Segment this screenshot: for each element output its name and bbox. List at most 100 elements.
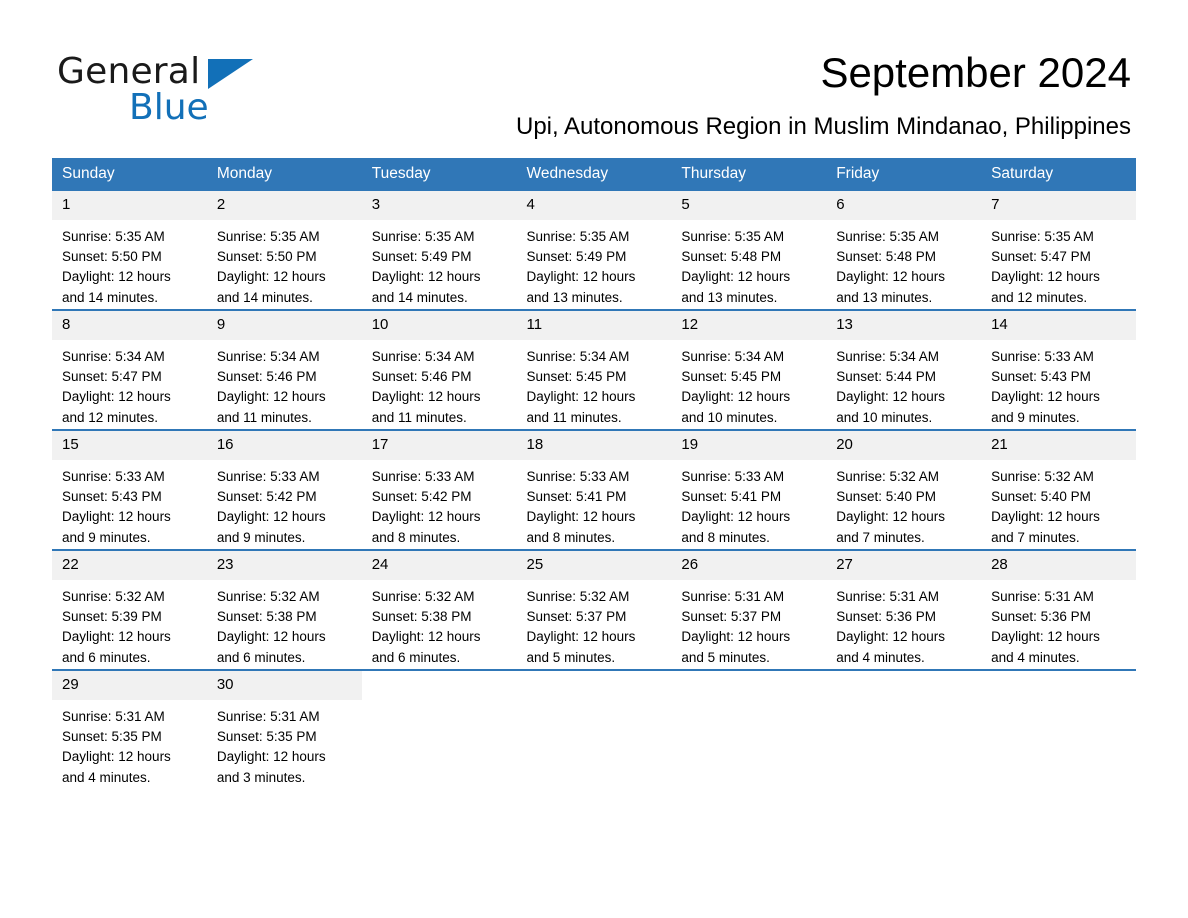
sunrise-text: Sunrise: 5:34 AM [526,349,630,364]
sunrise-text: Sunrise: 5:35 AM [62,229,165,244]
day-cell[interactable]: 11 Sunrise: 5:34 AM Sunset: 5:45 PM Dayl… [516,311,672,429]
day-cell[interactable]: 19 Sunrise: 5:33 AM Sunset: 5:41 PM Dayl… [671,431,827,549]
day-cell[interactable]: 23 Sunrise: 5:32 AM Sunset: 5:38 PM Dayl… [206,551,362,669]
day-cell[interactable]: 6 Sunrise: 5:35 AM Sunset: 5:48 PM Dayli… [826,191,982,309]
day-cell[interactable]: 12 Sunrise: 5:34 AM Sunset: 5:45 PM Dayl… [671,311,827,429]
day-number: 19 [671,431,827,460]
daylight-line1: Daylight: 12 hours [991,389,1100,405]
daylight-line2: and 12 minutes. [991,289,1088,305]
day-number: 25 [516,551,672,580]
daylight-line2: and 8 minutes. [371,529,461,545]
day-details: Sunrise: 5:33 AM Sunset: 5:41 PM Dayligh… [671,460,826,548]
day-cell[interactable]: 27 Sunrise: 5:31 AM Sunset: 5:36 PM Dayl… [826,551,982,669]
day-cell[interactable]: 15 Sunrise: 5:33 AM Sunset: 5:43 PM Dayl… [52,431,207,549]
day-cell[interactable]: 30 Sunrise: 5:31 AM Sunset: 5:35 PM Dayl… [206,671,362,789]
day-cell[interactable]: 24 Sunrise: 5:32 AM Sunset: 5:38 PM Dayl… [361,551,517,669]
day-number: 22 [52,551,207,580]
day-cell[interactable]: 1 Sunrise: 5:35 AM Sunset: 5:50 PM Dayli… [52,191,207,309]
day-cell[interactable]: 17 Sunrise: 5:33 AM Sunset: 5:42 PM Dayl… [361,431,517,549]
daylight-line1: Daylight: 12 hours [62,509,171,525]
day-number: 26 [671,551,827,580]
sunrise-text: Sunrise: 5:34 AM [681,349,785,364]
daylight-line2: and 3 minutes. [216,769,306,785]
day-cell[interactable]: 14 Sunrise: 5:33 AM Sunset: 5:43 PM Dayl… [981,311,1136,429]
sunset-text: Sunset: 5:45 PM [526,369,627,385]
day-details: Sunrise: 5:32 AM Sunset: 5:38 PM Dayligh… [207,580,362,668]
day-details: Sunrise: 5:34 AM Sunset: 5:46 PM Dayligh… [207,340,362,428]
sunrise-text: Sunrise: 5:34 AM [371,349,475,364]
sunrise-text: Sunrise: 5:33 AM [371,469,475,484]
day-details: Sunrise: 5:35 AM Sunset: 5:48 PM Dayligh… [826,220,981,308]
sunset-text: Sunset: 5:46 PM [371,369,472,385]
daylight-line2: and 10 minutes. [681,409,778,425]
day-cell[interactable]: 2 Sunrise: 5:35 AM Sunset: 5:50 PM Dayli… [206,191,362,309]
day-cell[interactable]: 5 Sunrise: 5:35 AM Sunset: 5:48 PM Dayli… [671,191,827,309]
day-details: Sunrise: 5:31 AM Sunset: 5:36 PM Dayligh… [826,580,981,668]
weekday-header-saturday: Saturday [981,158,1136,191]
logo-text-blue: Blue [129,87,209,128]
daylight-line2: and 6 minutes. [371,649,461,665]
day-details: Sunrise: 5:35 AM Sunset: 5:48 PM Dayligh… [671,220,826,308]
sunrise-text: Sunrise: 5:33 AM [681,469,785,484]
weekday-header-thursday: Thursday [671,158,827,191]
sunset-text: Sunset: 5:49 PM [526,249,627,265]
day-number: 6 [826,191,982,220]
day-number: 17 [361,431,517,460]
weekday-header-monday: Monday [206,158,362,191]
general-blue-logo: General Blue [57,52,377,130]
day-cell[interactable]: 25 Sunrise: 5:32 AM Sunset: 5:37 PM Dayl… [516,551,672,669]
sunset-text: Sunset: 5:37 PM [526,609,627,625]
day-details: Sunrise: 5:34 AM Sunset: 5:45 PM Dayligh… [671,340,826,428]
daylight-line2: and 7 minutes. [836,529,925,545]
sunset-text: Sunset: 5:47 PM [991,249,1091,265]
day-details: Sunrise: 5:35 AM Sunset: 5:50 PM Dayligh… [207,220,362,308]
daylight-line1: Daylight: 12 hours [62,749,171,765]
day-number: 27 [826,551,982,580]
daylight-line2: and 13 minutes. [836,289,933,305]
sunset-text: Sunset: 5:43 PM [991,369,1091,385]
sunrise-text: Sunrise: 5:34 AM [62,349,165,364]
daylight-line2: and 14 minutes. [371,289,468,305]
day-cell[interactable]: 28 Sunrise: 5:31 AM Sunset: 5:36 PM Dayl… [981,551,1136,669]
day-cell[interactable]: 21 Sunrise: 5:32 AM Sunset: 5:40 PM Dayl… [981,431,1136,549]
daylight-line1: Daylight: 12 hours [526,389,636,405]
day-cell[interactable]: 18 Sunrise: 5:33 AM Sunset: 5:41 PM Dayl… [516,431,672,549]
day-cell[interactable]: 7 Sunrise: 5:35 AM Sunset: 5:47 PM Dayli… [981,191,1136,309]
day-cell[interactable]: 13 Sunrise: 5:34 AM Sunset: 5:44 PM Dayl… [826,311,982,429]
calendar-week-row: 22 Sunrise: 5:32 AM Sunset: 5:39 PM Dayl… [52,549,1136,670]
day-details: Sunrise: 5:34 AM Sunset: 5:44 PM Dayligh… [826,340,981,428]
daylight-line2: and 11 minutes. [526,409,622,425]
daylight-line2: and 4 minutes. [991,649,1080,665]
daylight-line1: Daylight: 12 hours [681,389,791,405]
day-cell[interactable]: 16 Sunrise: 5:33 AM Sunset: 5:42 PM Dayl… [206,431,362,549]
day-cell[interactable]: 29 Sunrise: 5:31 AM Sunset: 5:35 PM Dayl… [52,671,207,789]
day-cell[interactable]: 26 Sunrise: 5:31 AM Sunset: 5:37 PM Dayl… [671,551,827,669]
sunset-text: Sunset: 5:49 PM [371,249,472,265]
day-details: Sunrise: 5:32 AM Sunset: 5:40 PM Dayligh… [981,460,1136,548]
sunset-text: Sunset: 5:43 PM [62,489,162,505]
daylight-line1: Daylight: 12 hours [526,629,636,645]
day-number: 4 [516,191,672,220]
day-cell[interactable]: 4 Sunrise: 5:35 AM Sunset: 5:49 PM Dayli… [516,191,672,309]
day-number: 15 [52,431,207,460]
daylight-line1: Daylight: 12 hours [836,389,946,405]
daylight-line2: and 6 minutes. [216,649,306,665]
day-number: 18 [516,431,672,460]
day-cell[interactable]: 8 Sunrise: 5:34 AM Sunset: 5:47 PM Dayli… [52,311,207,429]
calendar-week-row: 15 Sunrise: 5:33 AM Sunset: 5:43 PM Dayl… [52,429,1136,550]
sunrise-text: Sunrise: 5:33 AM [62,469,165,484]
day-cell[interactable]: 22 Sunrise: 5:32 AM Sunset: 5:39 PM Dayl… [52,551,207,669]
day-number: 13 [826,311,982,340]
day-number [516,671,672,700]
calendar-page: General Blue September 2024 Upi, Autonom… [0,0,1188,918]
day-cell[interactable]: 10 Sunrise: 5:34 AM Sunset: 5:46 PM Dayl… [361,311,517,429]
day-cell[interactable]: 3 Sunrise: 5:35 AM Sunset: 5:49 PM Dayli… [361,191,517,309]
day-number: 30 [206,671,362,700]
day-cell[interactable]: 20 Sunrise: 5:32 AM Sunset: 5:40 PM Dayl… [826,431,982,549]
day-details: Sunrise: 5:35 AM Sunset: 5:47 PM Dayligh… [981,220,1136,308]
sunset-text: Sunset: 5:41 PM [681,489,782,505]
day-number: 21 [981,431,1136,460]
calendar-table: Sunday Monday Tuesday Wednesday Thursday… [52,158,1136,789]
weekday-header-sunday: Sunday [52,158,207,191]
day-cell[interactable]: 9 Sunrise: 5:34 AM Sunset: 5:46 PM Dayli… [206,311,362,429]
